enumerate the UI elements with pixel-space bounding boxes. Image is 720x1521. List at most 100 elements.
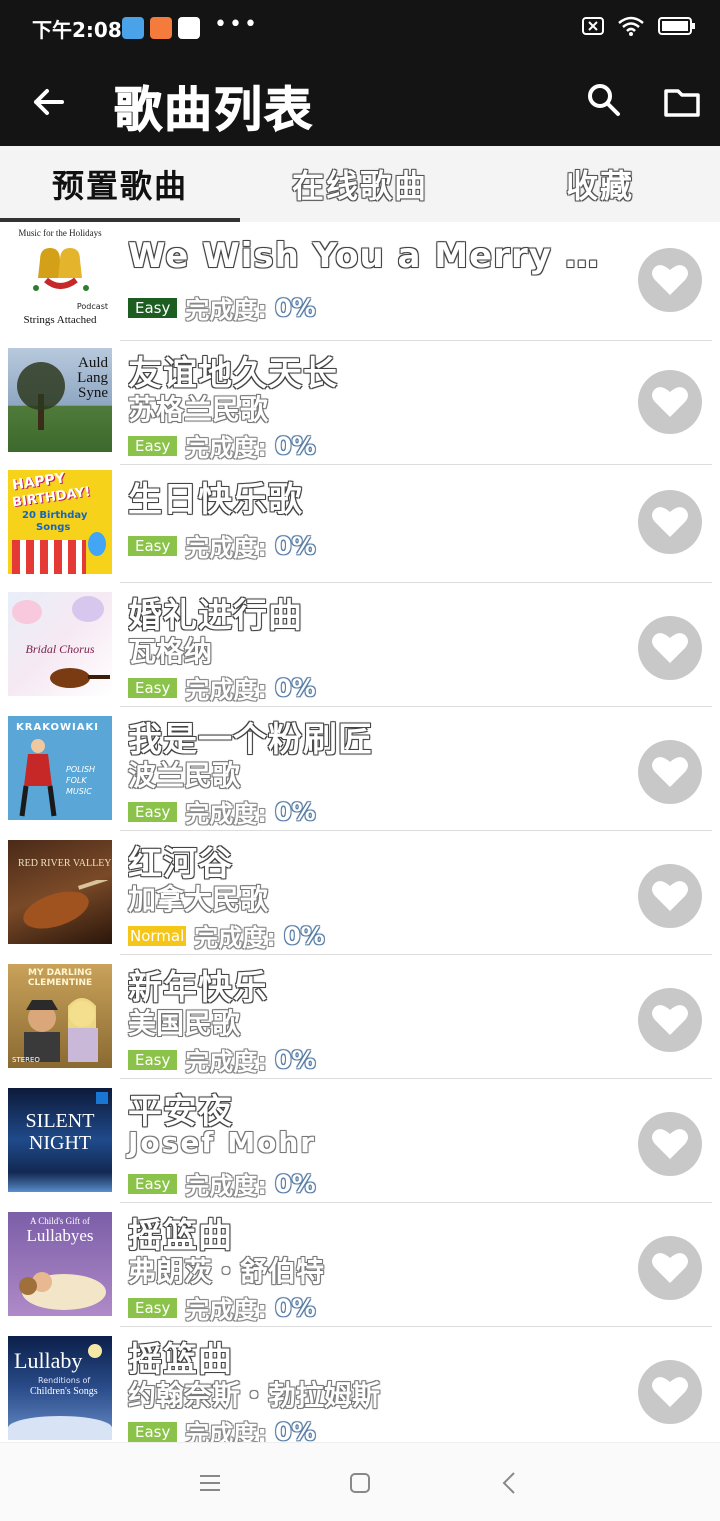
song-artist: 弗朗茨・舒伯特: [128, 1255, 325, 1288]
song-artist: Josef Mohr: [128, 1126, 317, 1159]
cover-text: Syne: [78, 385, 108, 401]
cover-text: 20 Birthday: [22, 510, 88, 521]
song-artist: 约翰奈斯・勃拉姆斯: [128, 1379, 381, 1412]
cover-text: Songs: [36, 522, 71, 533]
progress-value: 0%: [274, 1293, 316, 1322]
status-bar: 下午2:08 •••: [0, 0, 720, 58]
favorite-heart-icon[interactable]: [638, 1236, 702, 1300]
tab-online-songs[interactable]: 在线歌曲: [240, 146, 480, 222]
song-meta: Easy 完成度: 0%: [128, 1042, 316, 1077]
progress-value: 0%: [274, 293, 316, 322]
label-logo-icon: [96, 1092, 108, 1104]
menu-icon[interactable]: [194, 1467, 226, 1499]
row-divider: [120, 1078, 712, 1079]
cloud-decoration: [8, 1416, 112, 1440]
song-row[interactable]: RED RIVER VALLEY 红河谷 加拿大民歌 Normal 完成度: 0…: [0, 836, 720, 954]
bells-icon: [33, 248, 89, 291]
balloon-icon: [88, 532, 106, 556]
progress-label: 完成度:: [185, 800, 267, 828]
song-meta: Easy 完成度: 0%: [128, 1290, 316, 1325]
favorite-heart-icon[interactable]: [638, 490, 702, 554]
favorite-heart-icon[interactable]: [638, 616, 702, 680]
tab-favorites[interactable]: 收藏: [480, 146, 720, 222]
album-cover-clementine: MY DARLING CLEMENTINE STEREO: [8, 964, 112, 1068]
difficulty-badge: Easy: [128, 1049, 178, 1070]
favorite-heart-icon[interactable]: [638, 370, 702, 434]
row-divider: [120, 464, 712, 465]
sleeping-child-icon: [19, 1272, 106, 1310]
cover-text: Renditions of: [38, 1376, 91, 1385]
difficulty-badge: Easy: [128, 801, 178, 822]
progress-label: 完成度:: [185, 1172, 267, 1200]
progress-label: 完成度:: [185, 296, 267, 324]
album-cover-bridal: Bridal Chorus: [8, 592, 112, 696]
favorite-heart-icon[interactable]: [638, 864, 702, 928]
difficulty-badge: Easy: [128, 677, 178, 698]
song-meta: Easy 完成度: 0%: [128, 670, 316, 705]
cover-text: POLISH: [66, 765, 96, 774]
song-artist: 苏格兰民歌: [128, 393, 269, 426]
progress-label: 完成度:: [185, 534, 267, 562]
row-divider: [120, 1202, 712, 1203]
song-row[interactable]: A Child's Gift of Lullabyes 摇篮曲 弗朗茨・舒伯特 …: [0, 1208, 720, 1326]
gift-box-icon: [12, 540, 86, 574]
difficulty-badge: Easy: [128, 1297, 178, 1318]
song-row[interactable]: Music for the Holidays Podcast Strings A…: [0, 222, 720, 340]
album-cover-krakowiaki: KRAKOWIAKI POLISH FOLK MUSIC: [8, 716, 112, 820]
back-arrow-icon[interactable]: [28, 82, 68, 122]
dancer-icon: [19, 739, 57, 817]
cover-text: Children's Songs: [30, 1386, 98, 1397]
tab-bar: 预置歌曲 在线歌曲 收藏: [0, 146, 720, 222]
snow-glow-decoration: [8, 1172, 112, 1192]
album-cover-holidays: Music for the Holidays Podcast Strings A…: [8, 228, 112, 332]
difficulty-badge: Easy: [128, 297, 178, 318]
cover-text: Lullabyes: [26, 1226, 94, 1245]
song-artist: 瓦格纳: [128, 635, 213, 668]
progress-value: 0%: [283, 921, 325, 950]
back-icon[interactable]: [494, 1467, 526, 1499]
song-artist: 美国民歌: [128, 1007, 241, 1040]
song-meta: Easy 完成度: 0%: [128, 528, 316, 563]
song-row[interactable]: Auld Lang Syne 友谊地久天长 苏格兰民歌 Easy 完成度: 0%: [0, 346, 720, 464]
song-row[interactable]: HAPPY BIRTHDAY! 20 Birthday Songs 生日快乐歌 …: [0, 470, 720, 582]
favorite-heart-icon[interactable]: [638, 988, 702, 1052]
portrait-icon: [24, 998, 98, 1062]
wifi-icon: [618, 16, 644, 36]
favorite-heart-icon[interactable]: [638, 740, 702, 804]
cover-text: A Child's Gift of: [30, 1216, 90, 1226]
favorite-heart-icon[interactable]: [638, 1360, 702, 1424]
sim-icon: [582, 17, 604, 35]
album-cover-birthday: HAPPY BIRTHDAY! 20 Birthday Songs: [8, 470, 112, 574]
song-row[interactable]: MY DARLING CLEMENTINE STEREO 新年快乐 美国民歌 E…: [0, 960, 720, 1078]
song-meta: Easy 完成度: 0%: [128, 290, 316, 325]
cover-text: RED RIVER VALLEY: [18, 858, 112, 869]
song-row[interactable]: Lullaby Renditions of Children's Songs 摇…: [0, 1332, 720, 1448]
album-cover-lullaby: Lullaby Renditions of Children's Songs: [8, 1336, 112, 1440]
song-row[interactable]: KRAKOWIAKI POLISH FOLK MUSIC 我是一个粉刷匠 波兰民…: [0, 712, 720, 830]
more-notifications-icon: •••: [214, 12, 259, 37]
progress-label: 完成度:: [185, 1048, 267, 1076]
favorite-heart-icon[interactable]: [638, 1112, 702, 1176]
mail-app-icon: [122, 17, 144, 39]
play-app-icon: [178, 17, 200, 39]
album-cover-lullabyes: A Child's Gift of Lullabyes: [8, 1212, 112, 1316]
song-row[interactable]: Bridal Chorus 婚礼进行曲 瓦格纳 Easy 完成度: 0%: [0, 588, 720, 706]
cover-text: STEREO: [12, 1056, 40, 1064]
row-divider: [120, 1326, 712, 1327]
cover-text: Podcast: [76, 302, 108, 311]
folder-icon[interactable]: [662, 82, 702, 122]
cover-text: MUSIC: [66, 787, 92, 796]
album-cover-auld-lang-syne: Auld Lang Syne: [8, 348, 112, 452]
home-icon[interactable]: [344, 1467, 376, 1499]
difficulty-badge: Normal: [128, 925, 187, 946]
tab-preset-songs[interactable]: 预置歌曲: [0, 146, 240, 222]
song-row[interactable]: SILENT NIGHT 平安夜 Josef Mohr Easy 完成度: 0%: [0, 1084, 720, 1202]
difficulty-badge: Easy: [128, 435, 178, 456]
favorite-heart-icon[interactable]: [638, 248, 702, 312]
row-divider: [120, 830, 712, 831]
status-time: 下午2:08: [32, 18, 122, 42]
cover-text: SILENT: [25, 1110, 95, 1132]
cover-text: KRAKOWIAKI: [16, 722, 99, 733]
search-icon[interactable]: [584, 80, 624, 120]
cover-text: Music for the Holidays: [18, 228, 102, 238]
